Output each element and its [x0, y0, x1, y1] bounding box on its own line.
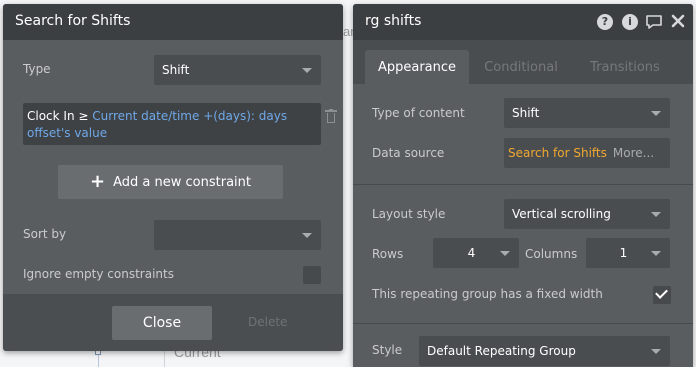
sort-by-label: Sort by: [23, 227, 67, 241]
close-button[interactable]: Close: [112, 306, 212, 340]
trash-icon[interactable]: [325, 109, 337, 123]
columns-value: 1: [619, 246, 628, 260]
chevron-down-icon: [651, 250, 661, 256]
section-divider: [353, 184, 693, 185]
style-dropdown[interactable]: Default Repeating Group: [419, 336, 670, 366]
constraint-operator: ≥: [78, 109, 89, 123]
ignore-empty-checkbox[interactable]: [303, 266, 321, 284]
layout-style-value: Vertical scrolling: [512, 207, 611, 221]
constraint-field: Clock In: [27, 109, 75, 123]
tab-conditional[interactable]: Conditional: [477, 50, 565, 84]
columns-label: Columns: [525, 247, 578, 261]
delete-button[interactable]: Delete: [248, 315, 287, 329]
rows-label: Rows: [372, 247, 404, 261]
panel-title: rg shifts: [365, 13, 422, 29]
add-constraint-button[interactable]: + Add a new constraint: [58, 165, 283, 199]
type-value: Shift: [162, 63, 190, 77]
layout-style-dropdown[interactable]: Vertical scrolling: [504, 199, 670, 229]
style-label: Style: [372, 343, 403, 357]
type-label: Type: [23, 62, 51, 76]
ignore-empty-label: Ignore empty constraints: [23, 267, 174, 281]
add-constraint-label: Add a new constraint: [113, 174, 251, 190]
tab-transitions[interactable]: Transitions: [579, 50, 671, 84]
layout-style-label: Layout style: [372, 207, 446, 221]
dialog-title: Search for Shifts: [15, 13, 131, 29]
comment-icon[interactable]: [645, 14, 662, 30]
data-source-label: Data source: [372, 146, 445, 160]
chevron-down-icon: [651, 211, 661, 217]
constraint-text: Clock In ≥ Current date/time +(days): da…: [27, 108, 313, 142]
style-value: Default Repeating Group: [427, 344, 576, 358]
plus-icon: +: [90, 171, 106, 192]
canvas-guide-line: [164, 351, 165, 367]
type-of-content-label: Type of content: [372, 106, 465, 120]
search-dialog: Search for Shifts Type Shift Clock In ≥ …: [3, 4, 343, 351]
data-source-more[interactable]: More...: [613, 146, 654, 160]
type-of-content-dropdown[interactable]: Shift: [504, 98, 670, 128]
tab-appearance[interactable]: Appearance: [365, 50, 469, 84]
info-icon[interactable]: i: [622, 14, 638, 30]
chevron-down-icon: [651, 110, 661, 116]
data-source-expression[interactable]: Search for Shifts: [508, 146, 607, 160]
data-source-field[interactable]: Search for Shifts More...: [504, 138, 670, 168]
panel-tabs: Appearance Conditional Transitions: [353, 40, 693, 84]
section-divider: [353, 323, 693, 324]
rows-value: 4: [467, 246, 476, 260]
constraint-row[interactable]: Clock In ≥ Current date/time +(days): da…: [23, 103, 337, 145]
chevron-down-icon: [302, 232, 312, 238]
help-icon[interactable]: ?: [597, 14, 613, 30]
rows-dropdown[interactable]: 4: [433, 238, 519, 268]
property-panel: rg shifts ? i Appearance Conditional Tra…: [353, 4, 693, 367]
fixed-width-checkbox[interactable]: [653, 286, 671, 304]
sort-by-dropdown[interactable]: [154, 220, 321, 250]
chevron-down-icon: [302, 67, 312, 73]
fixed-width-label: This repeating group has a fixed width: [372, 287, 603, 301]
dialog-header: Search for Shifts: [3, 4, 343, 40]
type-dropdown[interactable]: Shift: [154, 55, 321, 85]
close-icon[interactable]: [671, 14, 687, 30]
chevron-down-icon: [500, 250, 510, 256]
chevron-down-icon: [651, 348, 661, 354]
panel-header: rg shifts ? i: [353, 4, 693, 40]
columns-dropdown[interactable]: 1: [586, 238, 670, 268]
check-icon: [655, 286, 668, 299]
type-of-content-value: Shift: [512, 106, 540, 120]
